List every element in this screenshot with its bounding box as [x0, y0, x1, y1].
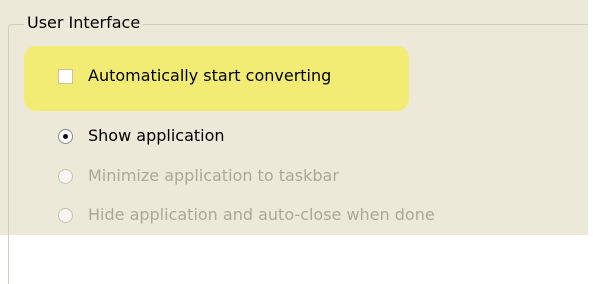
radio-minimize-to-taskbar-label[interactable]: Minimize application to taskbar — [88, 166, 339, 186]
window-edge — [588, 0, 593, 250]
groupbox-title: User Interface — [24, 11, 144, 35]
auto-start-checkbox[interactable] — [58, 68, 73, 84]
settings-panel: User Interface Automatically start conve… — [0, 0, 593, 284]
auto-start-label[interactable]: Automatically start converting — [88, 66, 331, 86]
radio-hide-auto-close-row[interactable]: Hide application and auto-close when don… — [58, 204, 435, 226]
radio-minimize-to-taskbar-row[interactable]: Minimize application to taskbar — [58, 165, 339, 187]
radio-show-application-row[interactable]: Show application — [58, 125, 225, 147]
radio-show-application-label[interactable]: Show application — [88, 126, 225, 146]
radio-hide-auto-close-label[interactable]: Hide application and auto-close when don… — [88, 205, 435, 225]
auto-start-checkbox-row[interactable]: Automatically start converting — [58, 65, 331, 87]
radio-minimize-to-taskbar[interactable] — [58, 168, 73, 184]
radio-show-application[interactable] — [58, 128, 73, 144]
radio-hide-auto-close[interactable] — [58, 207, 73, 223]
